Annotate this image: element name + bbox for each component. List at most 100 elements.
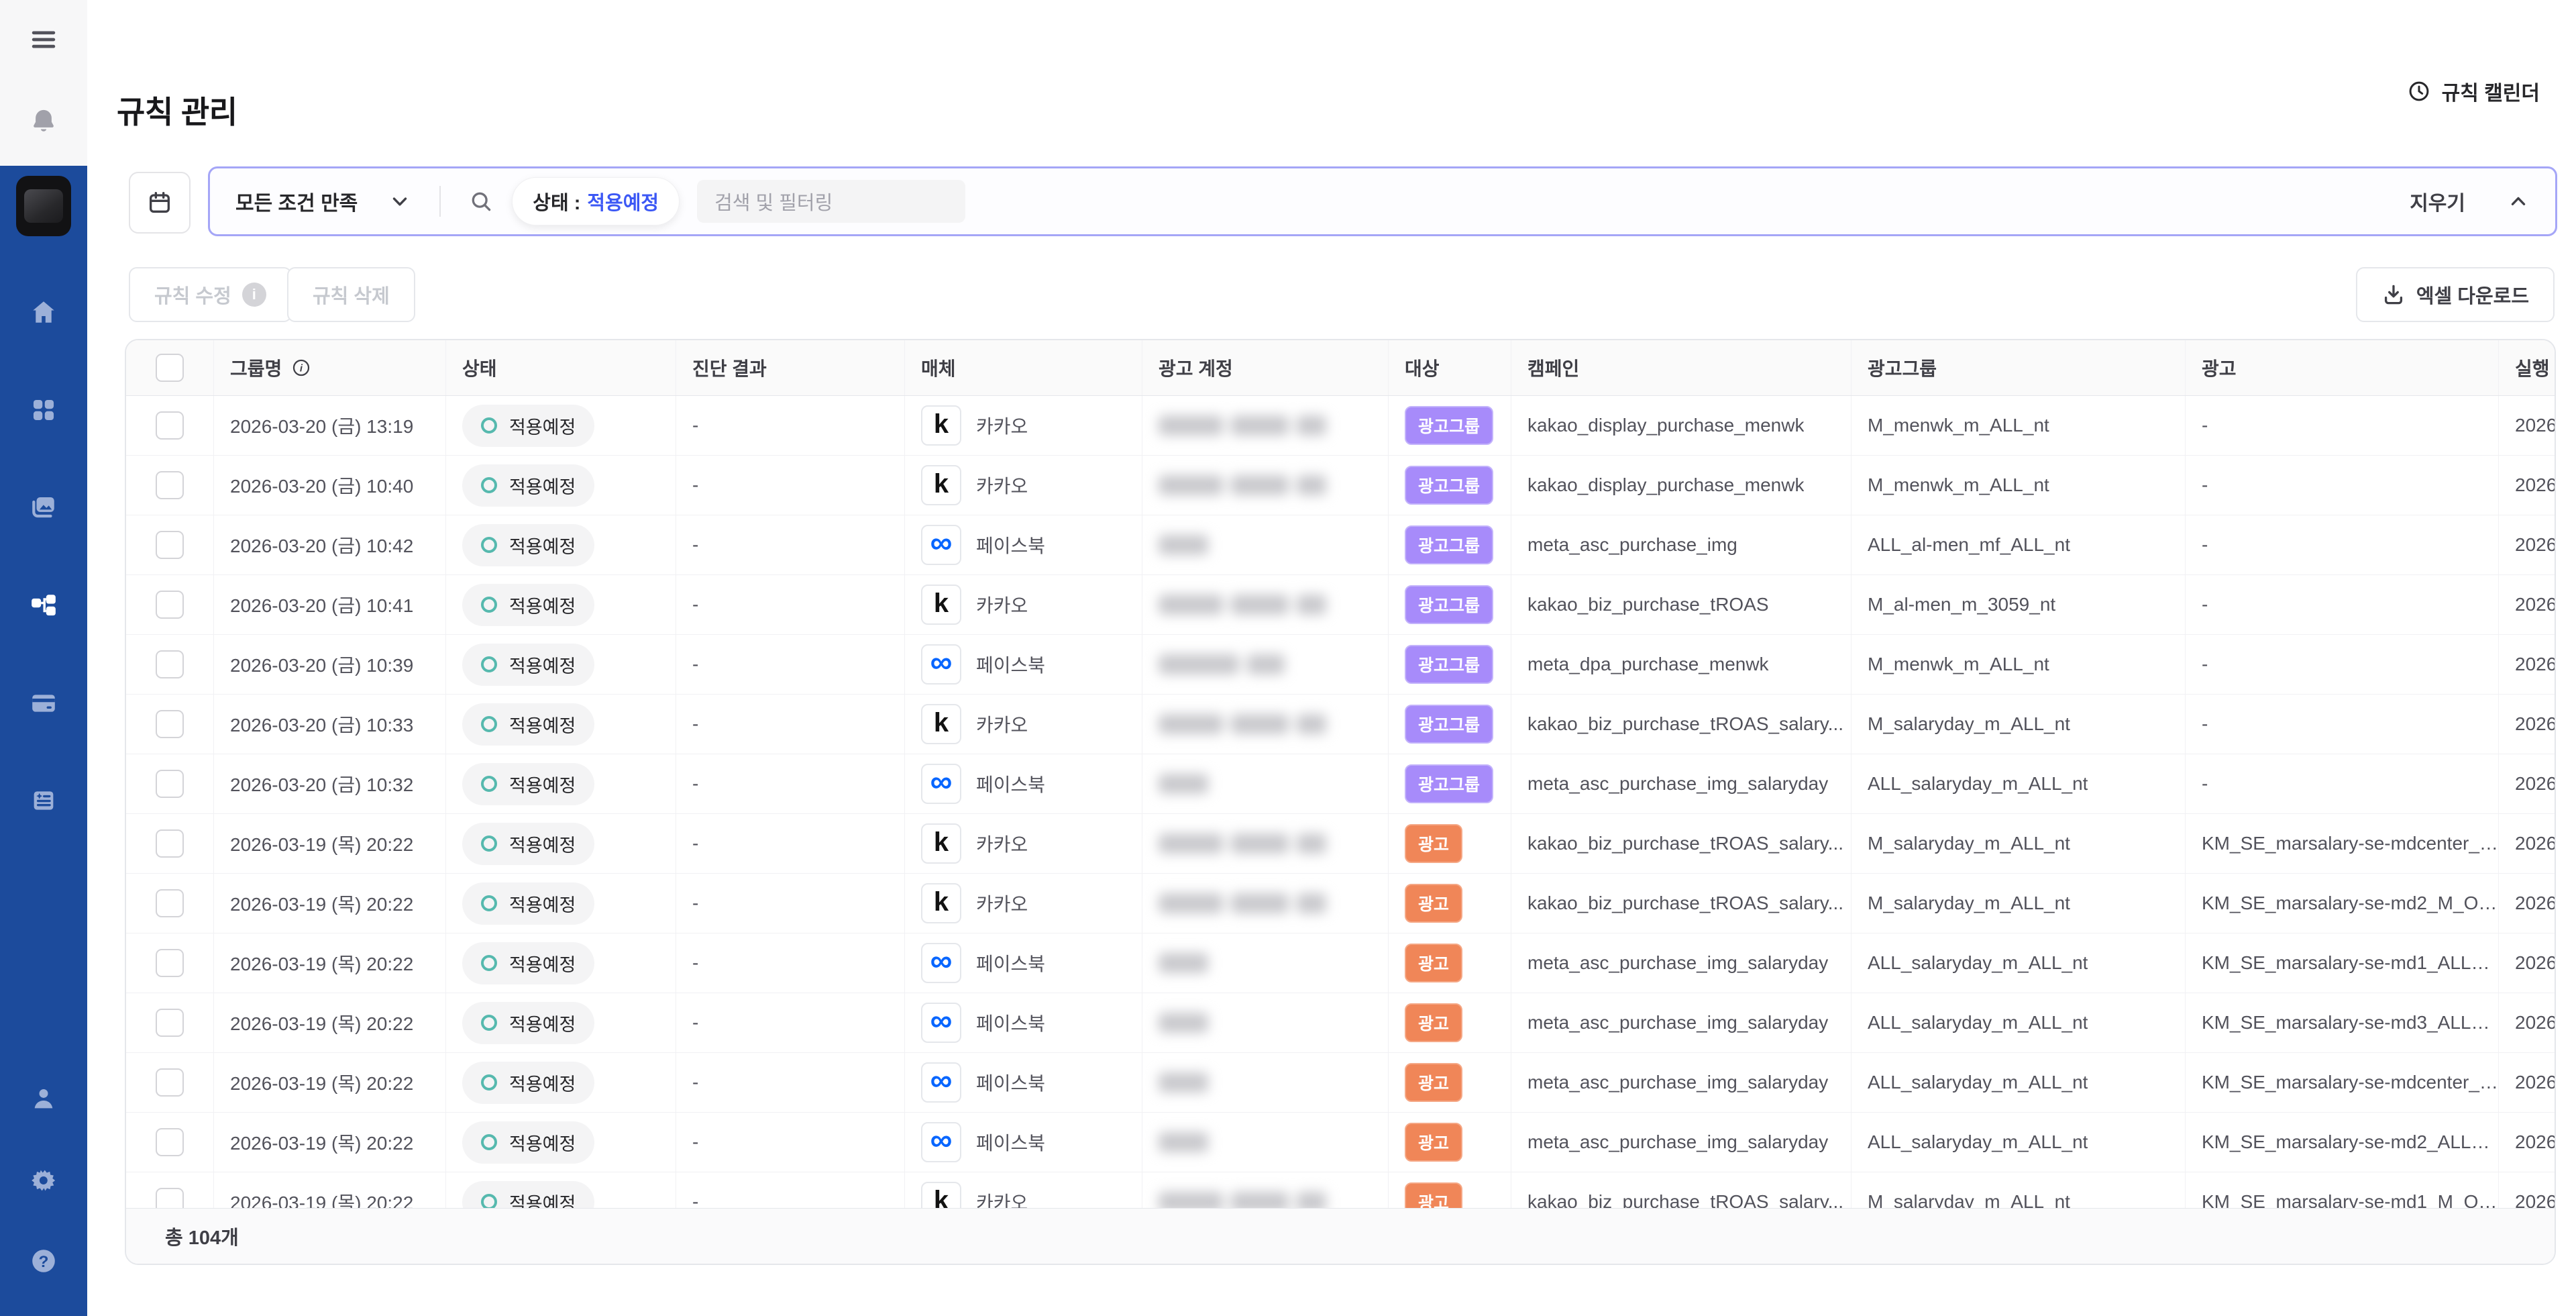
- meta-icon: ∞: [921, 644, 961, 685]
- table-row[interactable]: 2026-03-20 (금) 10:39적용예정-∞페이스북광고그룹meta_d…: [126, 635, 2555, 695]
- table-row[interactable]: 2026-03-19 (목) 20:22적용예정-k카카오광고kakao_biz…: [126, 1172, 2555, 1208]
- row-checkbox[interactable]: [156, 411, 184, 440]
- column-header-label: 매체: [921, 354, 956, 381]
- adgroup-cell: M_al-men_m_3059_nt: [1868, 594, 2055, 615]
- column-header[interactable]: 실행 일시: [2499, 340, 2556, 395]
- diagnosis-cell: -: [692, 713, 698, 735]
- row-checkbox[interactable]: [156, 471, 184, 499]
- diagnosis-cell: -: [692, 773, 698, 795]
- table-row[interactable]: 2026-03-19 (목) 20:22적용예정-k카카오광고kakao_biz…: [126, 814, 2555, 874]
- calendar-icon: [146, 189, 173, 216]
- sidebar-item-notifications[interactable]: [24, 102, 63, 141]
- sidebar-item-home[interactable]: [24, 293, 63, 332]
- table-row[interactable]: 2026-03-20 (금) 10:32적용예정-∞페이스북광고그룹meta_a…: [126, 754, 2555, 814]
- credit-card-icon: [30, 689, 58, 717]
- row-checkbox[interactable]: [156, 829, 184, 858]
- calendar-button[interactable]: [129, 172, 191, 234]
- ad-account-blurred: [1159, 1013, 1208, 1033]
- kakao-icon: k: [921, 585, 961, 625]
- media-label: 페이스북: [976, 1129, 1045, 1156]
- table-footer: 총 104개: [126, 1208, 2555, 1264]
- media-label: 카카오: [976, 830, 1028, 857]
- row-checkbox[interactable]: [156, 770, 184, 798]
- row-checkbox[interactable]: [156, 1009, 184, 1037]
- ad-account-blurred: [1159, 1072, 1208, 1093]
- sidebar-item-media-library[interactable]: [24, 487, 63, 526]
- sidebar-item-billing[interactable]: [24, 684, 63, 723]
- column-header[interactable]: 매체: [905, 340, 1142, 395]
- meta-icon: ∞: [921, 525, 961, 565]
- campaign-cell: kakao_biz_purchase_tROAS: [1527, 594, 1769, 615]
- report-doc-icon: [30, 787, 58, 815]
- target-badge: 광고그룹: [1405, 466, 1493, 505]
- column-header[interactable]: 광고 계정: [1142, 340, 1389, 395]
- status-ring-icon: [481, 537, 497, 553]
- status-filter-chip[interactable]: 상태 : 적용예정: [512, 177, 680, 225]
- divider: [439, 186, 441, 217]
- sidebar-item-automation[interactable]: [24, 585, 63, 624]
- edit-rule-button[interactable]: 규칙 수정 i: [129, 267, 292, 322]
- condition-match-dropdown[interactable]: 모든 조건 만족: [235, 187, 358, 216]
- sidebar-item-menu[interactable]: [24, 20, 63, 59]
- table-row[interactable]: 2026-03-20 (금) 10:42적용예정-∞페이스북광고그룹meta_a…: [126, 515, 2555, 575]
- status-ring-icon: [481, 656, 497, 672]
- column-header[interactable]: 그룹명i: [214, 340, 446, 395]
- sidebar-item-settings[interactable]: [24, 1161, 63, 1200]
- column-header[interactable]: 광고그룹: [1851, 340, 2186, 395]
- row-checkbox[interactable]: [156, 949, 184, 977]
- target-badge: 광고: [1405, 1123, 1462, 1162]
- brand-logo-mark: [24, 189, 63, 223]
- row-checkbox[interactable]: [156, 1068, 184, 1097]
- ad-account-blurred: [1159, 654, 1285, 674]
- row-checkbox[interactable]: [156, 889, 184, 917]
- table-row[interactable]: 2026-03-19 (목) 20:22적용예정-∞페이스북광고meta_asc…: [126, 993, 2555, 1053]
- column-header[interactable]: 캠페인: [1511, 340, 1851, 395]
- rule-calendar-link[interactable]: 규칙 캘린더: [2407, 77, 2540, 106]
- clear-filters-button[interactable]: 지우기: [2410, 187, 2465, 216]
- excel-download-button[interactable]: 엑셀 다운로드: [2356, 267, 2555, 322]
- table-row[interactable]: 2026-03-19 (목) 20:22적용예정-k카카오광고kakao_biz…: [126, 874, 2555, 933]
- column-header[interactable]: 상태: [446, 340, 676, 395]
- row-checkbox[interactable]: [156, 531, 184, 559]
- bell-icon: [30, 107, 58, 136]
- sidebar-item-apps[interactable]: [24, 391, 63, 429]
- table-row[interactable]: 2026-03-19 (목) 20:22적용예정-∞페이스북광고meta_asc…: [126, 933, 2555, 993]
- brand-logo[interactable]: [16, 176, 71, 236]
- table-row[interactable]: 2026-03-20 (금) 13:19적용예정-k카카오광고그룹kakao_d…: [126, 396, 2555, 456]
- select-all-checkbox[interactable]: [156, 354, 184, 382]
- ad-cell: -: [2202, 654, 2208, 675]
- table-row[interactable]: 2026-03-19 (목) 20:22적용예정-∞페이스북광고meta_asc…: [126, 1053, 2555, 1113]
- group-name-cell: 2026-03-19 (목) 20:22: [230, 1188, 413, 1208]
- adgroup-cell: ALL_al-men_mf_ALL_nt: [1868, 534, 2070, 556]
- campaign-cell: meta_asc_purchase_img_salaryday: [1527, 1072, 1828, 1093]
- sidebar-item-report[interactable]: [24, 781, 63, 820]
- rules-table: 그룹명i상태진단 결과매체광고 계정대상캠페인광고그룹광고실행 일시 2026-…: [125, 339, 2556, 1265]
- sidebar-item-help[interactable]: ?: [24, 1242, 63, 1280]
- column-header-label: 진단 결과: [692, 354, 767, 381]
- search-input[interactable]: 검색 및 필터링: [697, 180, 965, 223]
- row-checkbox[interactable]: [156, 650, 184, 678]
- status-ring-icon: [481, 1074, 497, 1091]
- row-checkbox[interactable]: [156, 591, 184, 619]
- column-header[interactable]: 광고: [2186, 340, 2499, 395]
- sidebar-item-profile[interactable]: [24, 1079, 63, 1118]
- delete-rule-button[interactable]: 규칙 삭제: [287, 267, 415, 322]
- status-badge: 적용예정: [462, 1062, 594, 1104]
- chevron-down-icon[interactable]: [388, 190, 411, 213]
- table-row[interactable]: 2026-03-19 (목) 20:22적용예정-∞페이스북광고meta_asc…: [126, 1113, 2555, 1172]
- status-badge: 적용예정: [462, 703, 594, 746]
- ad-cell: KM_SE_marsalary-se-mdcenter_A...: [2202, 1072, 2498, 1093]
- table-row[interactable]: 2026-03-20 (금) 10:41적용예정-k카카오광고그룹kakao_b…: [126, 575, 2555, 635]
- column-header[interactable]: 대상: [1389, 340, 1511, 395]
- row-checkbox[interactable]: [156, 710, 184, 738]
- table-row[interactable]: 2026-03-20 (금) 10:33적용예정-k카카오광고그룹kakao_b…: [126, 695, 2555, 754]
- table-row[interactable]: 2026-03-20 (금) 10:40적용예정-k카카오광고그룹kakao_d…: [126, 456, 2555, 515]
- chevron-up-icon[interactable]: [2507, 190, 2530, 213]
- info-icon: i: [291, 358, 311, 378]
- adgroup-cell: ALL_salaryday_m_ALL_nt: [1868, 773, 2088, 795]
- column-header[interactable]: 진단 결과: [676, 340, 905, 395]
- row-checkbox[interactable]: [156, 1128, 184, 1156]
- row-checkbox[interactable]: [156, 1188, 184, 1208]
- column-header-label: 대상: [1405, 354, 1440, 381]
- column-header-label: 광고: [2202, 354, 2237, 381]
